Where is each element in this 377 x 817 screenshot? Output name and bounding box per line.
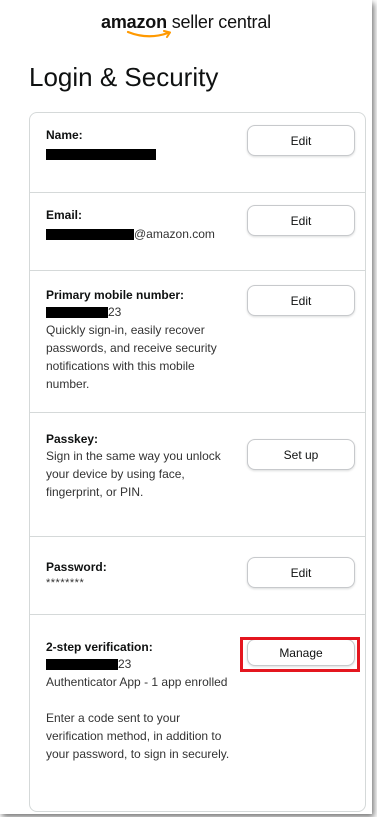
password-value: ******** — [46, 577, 85, 589]
name-section: Name: Edit — [30, 113, 365, 193]
mobile-value: 23 — [46, 303, 232, 321]
mobile-suffix: 23 — [108, 305, 122, 319]
email-value: @amazon.com — [46, 225, 246, 243]
two-step-phone: 23 — [46, 655, 232, 673]
amazon-seller-central-logo[interactable]: amazon seller central — [0, 12, 372, 32]
email-label: Email: — [46, 208, 83, 222]
redacted-phone — [46, 659, 118, 671]
name-value — [46, 145, 232, 163]
mobile-label: Primary mobile number: — [46, 288, 185, 302]
passkey-section: Passkey: Sign in the same way you unlock… — [30, 413, 365, 537]
mobile-section: Primary mobile number: 23 Quickly sign-i… — [30, 271, 365, 413]
two-step-suffix: 23 — [118, 657, 132, 671]
edit-password-button[interactable]: Edit — [247, 557, 355, 588]
header: amazon seller central — [0, 0, 372, 46]
password-label: Password: — [46, 560, 107, 574]
amazon-smile-icon — [126, 30, 171, 38]
name-label: Name: — [46, 128, 83, 142]
logo-suffix: seller central — [171, 12, 271, 32]
redacted-phone — [46, 307, 108, 319]
passkey-label: Passkey: — [46, 432, 99, 446]
redacted-name — [46, 149, 156, 161]
page-title: Login & Security — [29, 62, 219, 92]
two-step-description: Enter a code sent to your verification m… — [46, 711, 230, 761]
email-section: Email: @amazon.com Edit — [30, 193, 365, 271]
password-section: Password: ******** Edit — [30, 537, 365, 615]
edit-name-button[interactable]: Edit — [247, 125, 355, 156]
redacted-email — [46, 229, 134, 241]
two-step-verification-section: 2-step verification: 23 Authenticator Ap… — [30, 615, 365, 811]
mobile-description: Quickly sign-in, easily recover password… — [46, 323, 217, 391]
logo-brand: amazon — [101, 12, 167, 32]
two-step-method: Authenticator App - 1 app enrolled — [46, 675, 228, 689]
setup-passkey-button[interactable]: Set up — [247, 439, 355, 470]
edit-mobile-button[interactable]: Edit — [247, 285, 355, 316]
manage-two-step-button[interactable]: Manage — [247, 639, 355, 666]
email-domain: @amazon.com — [134, 227, 215, 241]
two-step-label: 2-step verification: — [46, 640, 153, 654]
security-settings-panel: Name: Edit Email: @amazon.com Edit Prima… — [29, 112, 366, 812]
app-frame: amazon seller central Login & Security N… — [0, 0, 372, 814]
passkey-description: Sign in the same way you unlock your dev… — [46, 449, 221, 499]
edit-email-button[interactable]: Edit — [247, 205, 355, 236]
